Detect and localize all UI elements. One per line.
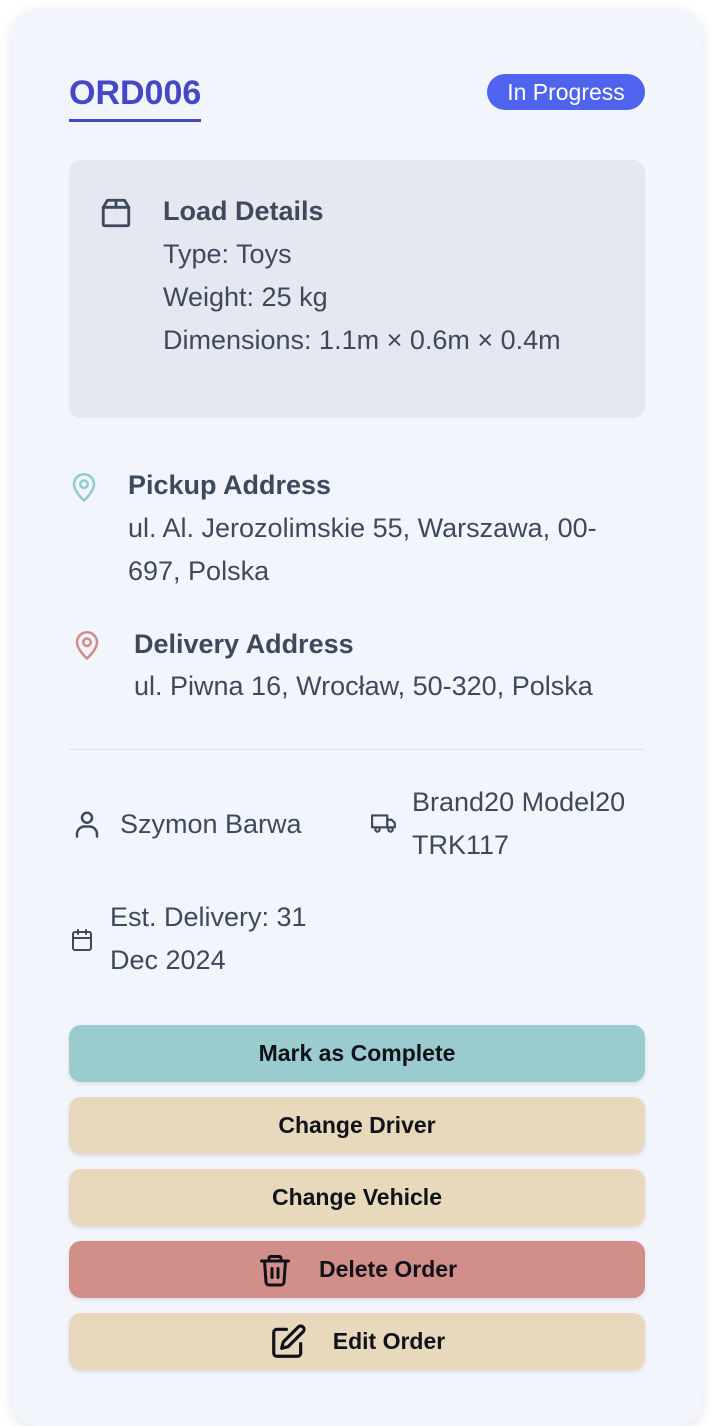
delivery-address-text: ul. Piwna 16, Wrocław, 50-320, Polska: [134, 671, 593, 701]
vehicle-model: Brand20 Model20: [412, 787, 626, 817]
status-badge: In Progress: [487, 74, 645, 110]
load-weight: Weight: 25 kg: [163, 282, 328, 312]
delivery-address-title: Delivery Address: [134, 629, 354, 659]
truck-icon: [371, 814, 396, 833]
change-vehicle-label: Change Vehicle: [271, 1184, 442, 1210]
load-details-panel: Load Details Type: Toys Weight: 25 kg Di…: [69, 160, 645, 418]
change-driver-button[interactable]: Change Driver: [69, 1097, 645, 1154]
order-card: ORD006 In Progress Load Details Type: To…: [12, 9, 703, 1426]
edit-order-button[interactable]: Edit Order: [69, 1313, 645, 1370]
delete-order-label: Delete Order: [318, 1256, 458, 1282]
estimated-delivery: Est. Delivery: 31 Dec 2024: [110, 902, 307, 975]
package-icon: [101, 198, 131, 228]
delete-order-button[interactable]: Delete Order: [69, 1241, 645, 1298]
order-id-link[interactable]: ORD006: [69, 73, 202, 122]
mark-complete-label: Mark as Complete: [258, 1040, 456, 1066]
delivery-map-pin-icon: [75, 631, 99, 660]
change-vehicle-button[interactable]: Change Vehicle: [69, 1169, 645, 1226]
load-type: Type: Toys: [163, 239, 292, 269]
divider: [69, 749, 645, 750]
load-details-title: Load Details: [163, 196, 324, 226]
trash-icon: [259, 1254, 290, 1286]
vehicle-plate: TRK117: [412, 830, 510, 860]
pickup-address-title: Pickup Address: [128, 470, 332, 500]
pickup-map-pin-icon: [72, 473, 96, 502]
edit-icon: [271, 1323, 306, 1358]
user-icon: [75, 811, 99, 838]
edit-order-label: Edit Order: [332, 1328, 446, 1354]
mark-complete-button[interactable]: Mark as Complete: [69, 1025, 645, 1082]
change-driver-label: Change Driver: [278, 1112, 436, 1138]
pickup-address-text: ul. Al. Jerozolimskie 55, Warszawa, 00-6…: [128, 513, 597, 586]
calendar-icon: [72, 929, 92, 951]
driver-name: Szymon Barwa: [120, 809, 302, 839]
load-dimensions: Dimensions: 1.1m × 0.6m × 0.4m: [163, 325, 561, 355]
